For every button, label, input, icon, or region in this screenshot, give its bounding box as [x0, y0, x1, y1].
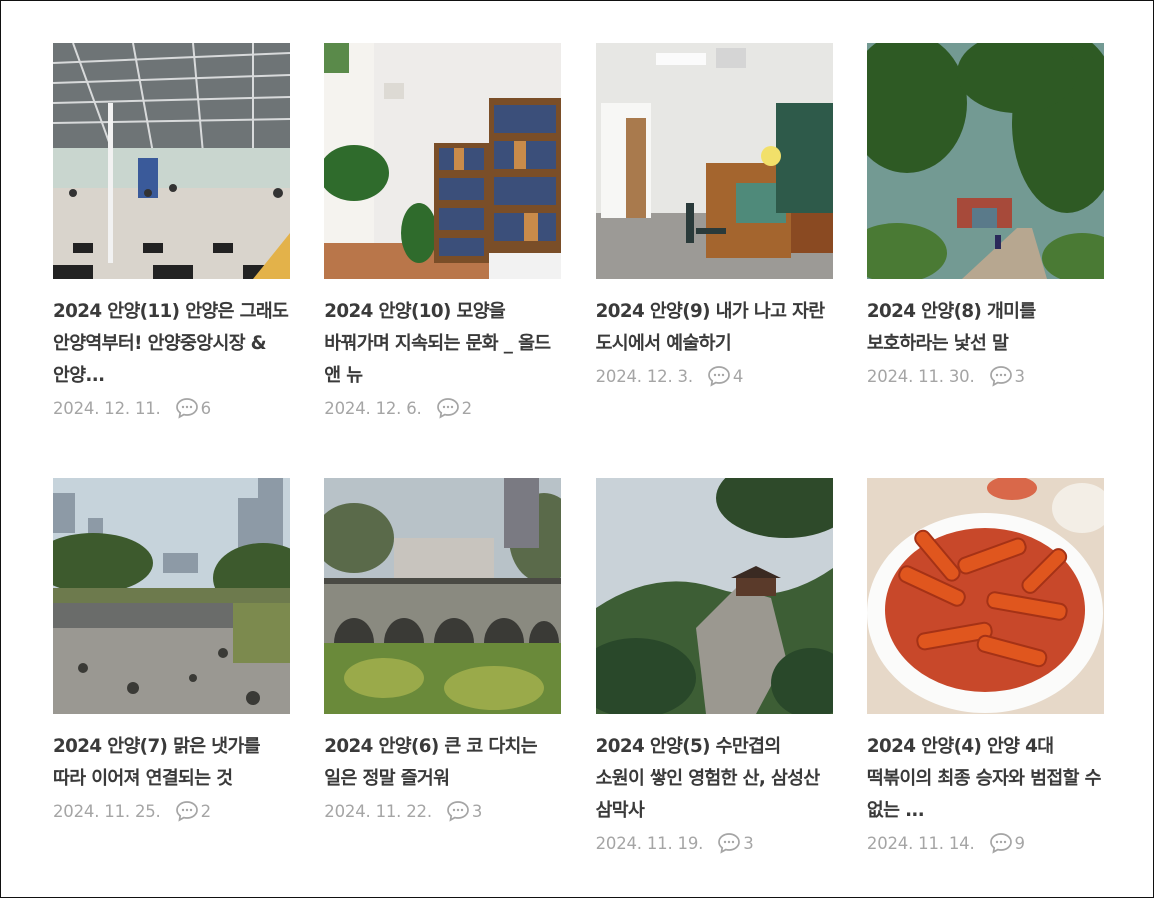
post-meta: 2024. 12. 3. 4: [596, 365, 833, 387]
post-thumbnail[interactable]: [53, 43, 290, 279]
post-card[interactable]: 2024 안양(11) 안양은 그래도 안양역부터! 안양중앙시장 & 안양..…: [53, 43, 290, 478]
comment-number: 2: [461, 398, 473, 418]
comment-number: 2: [200, 801, 212, 821]
park-path-photo: [866, 43, 1104, 279]
comment-number: 3: [1014, 366, 1026, 386]
post-date: 2024. 11. 25.: [53, 801, 161, 821]
post-card[interactable]: 2024 안양(6) 큰 코 다치는 일은 정말 즐거워 2024. 11. 2…: [324, 478, 562, 898]
post-meta: 2024. 11. 14. 9: [867, 832, 1104, 854]
comment-bubble-icon: [989, 366, 1012, 387]
post-card[interactable]: 2024 안양(8) 개미를 보호하라는 낯선 말 2024. 11. 30. …: [866, 43, 1104, 478]
comment-count[interactable]: 6: [175, 397, 211, 419]
comment-bubble-icon: [436, 398, 459, 419]
post-date: 2024. 12. 11.: [53, 398, 161, 418]
comment-bubble-icon: [708, 366, 730, 387]
comment-count[interactable]: 9: [989, 832, 1025, 854]
post-thumbnail[interactable]: [866, 478, 1104, 714]
comment-number: 3: [743, 833, 754, 853]
studio-photo: [595, 43, 833, 279]
post-thumbnail[interactable]: [324, 478, 562, 714]
post-thumbnail[interactable]: [595, 478, 833, 714]
station-photo: [53, 43, 290, 279]
stone-bridge-photo: [324, 478, 562, 714]
post-title[interactable]: 2024 안양(10) 모양을 바꿔가며 지속되는 문화 _ 올드 앤 뉴: [324, 296, 561, 392]
mountain-rock-photo: [595, 478, 833, 714]
comment-count[interactable]: 3: [717, 832, 754, 854]
post-title[interactable]: 2024 안양(9) 내가 나고 자란 도시에서 예술하기: [596, 296, 833, 360]
post-card[interactable]: 2024 안양(9) 내가 나고 자란 도시에서 예술하기 2024. 12. …: [595, 43, 833, 478]
post-title[interactable]: 2024 안양(4) 안양 4대 떡볶이의 최종 승자와 범접할 수 없는 ..…: [867, 731, 1104, 827]
post-card[interactable]: 2024 안양(5) 수만겹의 소원이 쌓인 영험한 산, 삼성산 삼막사 20…: [595, 478, 833, 898]
post-meta: 2024. 11. 19. 3: [596, 832, 833, 854]
bookshelf-photo: [324, 43, 562, 279]
post-meta: 2024. 12. 6. 2: [324, 397, 561, 419]
comment-count[interactable]: 3: [989, 365, 1025, 387]
post-date: 2024. 11. 14.: [866, 833, 975, 853]
post-meta: 2024. 11. 30. 3: [867, 365, 1104, 387]
post-card[interactable]: 2024 안양(4) 안양 4대 떡볶이의 최종 승자와 범접할 수 없는 ..…: [866, 478, 1104, 898]
comment-count[interactable]: 2: [175, 800, 211, 822]
post-thumbnail[interactable]: [866, 43, 1104, 279]
post-thumbnail[interactable]: [324, 43, 562, 279]
post-title[interactable]: 2024 안양(7) 맑은 냇가를 따라 이어져 연결되는 것: [53, 731, 290, 795]
post-date: 2024. 11. 22.: [324, 801, 432, 821]
comment-number: 6: [200, 398, 212, 418]
stream-photo: [53, 478, 290, 714]
post-meta: 2024. 11. 25. 2: [53, 800, 290, 822]
post-date: 2024. 11. 19.: [595, 833, 704, 853]
post-thumbnail[interactable]: [595, 43, 833, 279]
post-date: 2024. 11. 30.: [866, 366, 975, 386]
post-title[interactable]: 2024 안양(11) 안양은 그래도 안양역부터! 안양중앙시장 & 안양..…: [53, 296, 290, 392]
comment-count[interactable]: 4: [707, 365, 743, 387]
comment-number: 9: [1014, 833, 1026, 853]
comment-count[interactable]: 3: [446, 800, 482, 822]
comment-bubble-icon: [989, 833, 1012, 854]
comment-count[interactable]: 2: [436, 397, 472, 419]
post-title[interactable]: 2024 안양(8) 개미를 보호하라는 낯선 말: [867, 296, 1104, 360]
post-meta: 2024. 11. 22. 3: [324, 800, 561, 822]
comment-number: 4: [732, 366, 744, 386]
post-thumbnail[interactable]: [53, 478, 290, 714]
post-card[interactable]: 2024 안양(10) 모양을 바꿔가며 지속되는 문화 _ 올드 앤 뉴 20…: [324, 43, 562, 478]
post-title[interactable]: 2024 안양(6) 큰 코 다치는 일은 정말 즐거워: [324, 731, 561, 795]
post-date: 2024. 12. 6.: [324, 398, 422, 418]
post-meta: 2024. 12. 11. 6: [53, 397, 290, 419]
tteokbokki-photo: [866, 478, 1104, 714]
comment-bubble-icon: [447, 801, 469, 822]
post-date: 2024. 12. 3.: [595, 366, 694, 386]
post-title[interactable]: 2024 안양(5) 수만겹의 소원이 쌓인 영험한 산, 삼성산 삼막사: [596, 731, 833, 827]
post-card[interactable]: 2024 안양(7) 맑은 냇가를 따라 이어져 연결되는 것 2024. 11…: [53, 478, 290, 898]
comment-bubble-icon: [175, 801, 198, 822]
page-frame: 2024 안양(11) 안양은 그래도 안양역부터! 안양중앙시장 & 안양..…: [0, 0, 1154, 898]
comment-bubble-icon: [175, 398, 198, 419]
post-grid: 2024 안양(11) 안양은 그래도 안양역부터! 안양중앙시장 & 안양..…: [53, 43, 1105, 898]
comment-bubble-icon: [718, 833, 741, 854]
comment-number: 3: [471, 801, 483, 821]
